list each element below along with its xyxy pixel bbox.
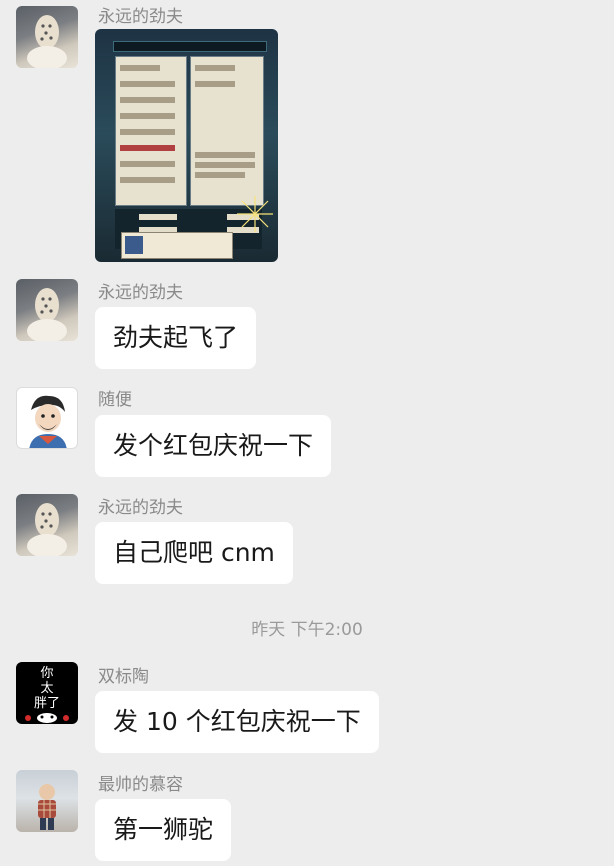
sender-avatar[interactable]: [16, 494, 78, 556]
image-message[interactable]: [95, 29, 278, 262]
svg-text:胖了: 胖了: [34, 696, 60, 711]
game-title-bar: [113, 41, 267, 52]
svg-text:你: 你: [40, 666, 53, 681]
game-skill-list: [115, 56, 187, 206]
sender-avatar[interactable]: 你 太 胖了: [16, 662, 78, 724]
sender-name: 随便: [98, 390, 132, 410]
message-bubble[interactable]: 自己爬吧 cnm: [95, 522, 293, 584]
svg-text:太: 太: [40, 681, 53, 696]
sender-avatar[interactable]: [16, 279, 78, 341]
sender-avatar[interactable]: [16, 770, 78, 832]
timestamp: 昨天 下午2:00: [251, 620, 363, 640]
sender-name: 永远的劲夫: [98, 498, 183, 518]
game-detail-panel: [190, 56, 264, 206]
message-bubble[interactable]: 发 10 个红包庆祝一下: [95, 691, 379, 753]
sender-name: 最帅的慕容: [98, 775, 183, 795]
kid-photo-avatar-icon: [38, 784, 56, 830]
cat-hat-avatar-icon: [27, 503, 67, 556]
message-bubble[interactable]: 劲夫起飞了: [95, 307, 257, 369]
sender-name: 双标陶: [98, 667, 149, 687]
message-bubble[interactable]: 第一狮驼: [95, 799, 232, 861]
sparkle-icon: [237, 196, 273, 232]
cat-hat-avatar-icon: [27, 15, 67, 68]
game-notification-card: [121, 232, 233, 259]
bear-meme-avatar-icon: 你 太 胖了: [25, 666, 69, 723]
sender-avatar[interactable]: [16, 6, 78, 68]
sender-name: 永远的劲夫: [98, 7, 183, 27]
cartoon-avatar-icon: [29, 395, 67, 448]
cat-hat-avatar-icon: [27, 288, 67, 341]
message-bubble[interactable]: 发个红包庆祝一下: [95, 415, 332, 477]
sender-avatar[interactable]: [16, 387, 78, 449]
sender-name: 永远的劲夫: [98, 283, 183, 303]
